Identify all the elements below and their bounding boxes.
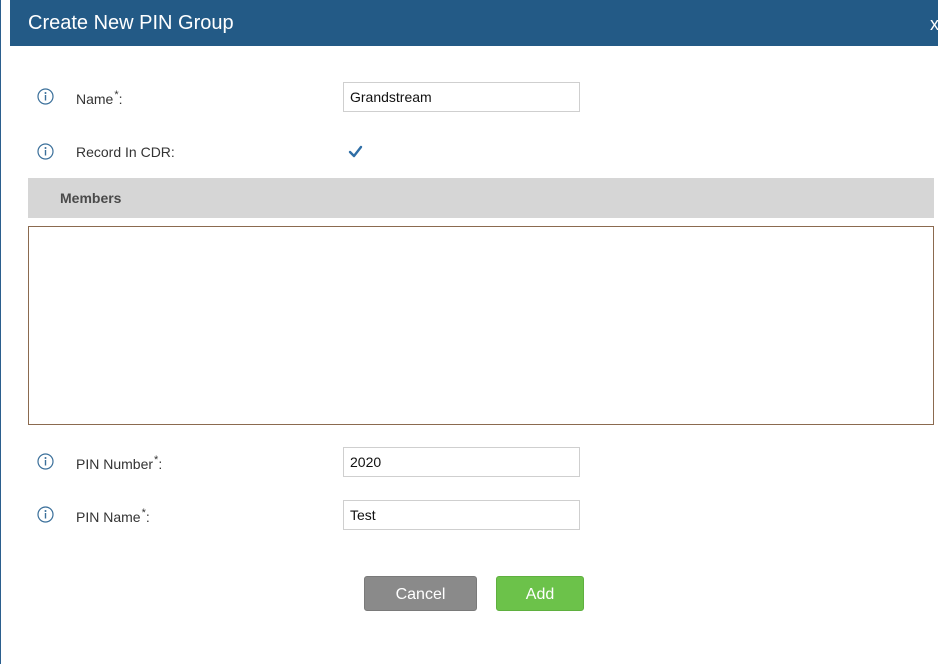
record-in-cdr-row: Record In CDR:	[37, 137, 597, 167]
pin-name-row: PIN Name*:	[37, 500, 597, 530]
name-input[interactable]	[343, 82, 580, 112]
info-icon[interactable]	[37, 143, 54, 160]
info-icon[interactable]	[37, 88, 54, 105]
members-title: Members	[60, 190, 122, 206]
checkmark-icon	[348, 145, 363, 158]
info-icon[interactable]	[37, 453, 54, 470]
pin-name-label: PIN Name*:	[76, 507, 150, 525]
close-button[interactable]: x	[930, 15, 938, 33]
members-list-box[interactable]	[28, 226, 934, 425]
record-in-cdr-label: Record In CDR:	[76, 144, 175, 160]
create-pin-group-dialog: Create New PIN Group x Name*: Record In …	[0, 0, 938, 664]
dialog-title: Create New PIN Group	[28, 12, 234, 34]
pin-number-input[interactable]	[343, 447, 580, 477]
record-in-cdr-checkbox[interactable]	[347, 143, 364, 160]
pin-number-row: PIN Number*:	[37, 447, 597, 477]
add-button[interactable]: Add	[496, 576, 584, 611]
name-row: Name*:	[37, 82, 597, 112]
pin-name-input[interactable]	[343, 500, 580, 530]
members-section-header: Members	[28, 178, 934, 218]
info-icon[interactable]	[37, 506, 54, 523]
name-label: Name*:	[76, 89, 123, 107]
cancel-button[interactable]: Cancel	[364, 576, 477, 611]
pin-number-label: PIN Number*:	[76, 454, 163, 472]
dialog-title-bar: Create New PIN Group x	[10, 0, 938, 46]
